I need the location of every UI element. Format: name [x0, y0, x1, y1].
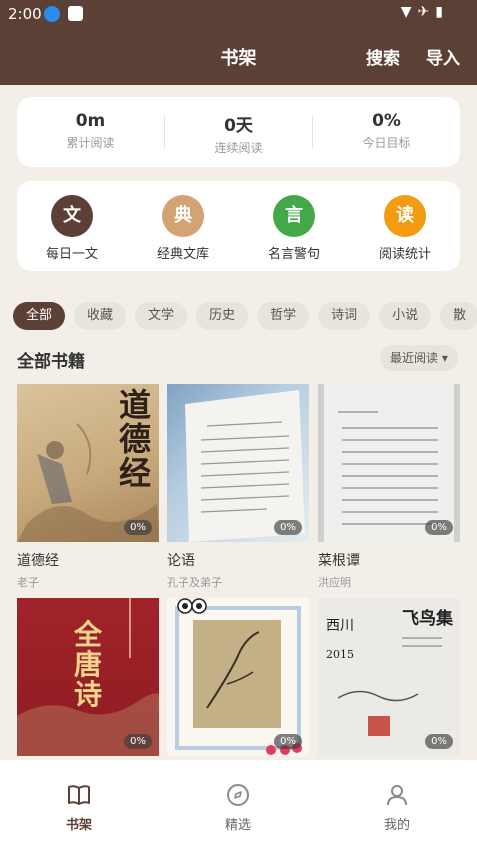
book-card[interactable]: 0% 论语 孔子及弟子	[167, 384, 309, 590]
book-author: 孔子及弟子	[167, 576, 222, 589]
wifi-icon: ▼	[400, 4, 418, 20]
feature-shortcuts-card: 文 每日一文 典 经典文库 言 名言警句 读 阅读统计	[17, 181, 460, 271]
progress-badge: 0%	[274, 734, 302, 749]
svg-text:西川: 西川	[326, 618, 354, 634]
category-chip-all[interactable]: 全部	[13, 302, 66, 330]
book-title: 道德经	[17, 553, 59, 569]
cover-title-text: 全唐诗	[73, 618, 102, 711]
person-icon	[387, 785, 407, 806]
search-button[interactable]: 搜索	[366, 44, 400, 69]
book-cover[interactable]: 0%	[318, 384, 460, 542]
status-bar: 2:00 ▼✈▮	[0, 0, 477, 28]
book-cover[interactable]: 0%	[167, 384, 309, 542]
section-title: 全部书籍	[17, 352, 85, 372]
progress-badge: 0%	[425, 734, 453, 749]
book-card[interactable]: 道德经 0% 道德经 老子	[17, 384, 159, 590]
quote-icon: 言	[273, 195, 315, 237]
cover-illustration	[175, 598, 302, 755]
status-time: 2:00	[8, 5, 42, 23]
feature-classics-library[interactable]: 典 经典文库	[128, 195, 238, 262]
tab-label: 书架	[65, 818, 92, 833]
stat-value: 0天	[224, 116, 253, 136]
stat-daily-goal: 0% 今日目标	[313, 111, 460, 151]
category-chip-history[interactable]: 历史	[196, 302, 249, 330]
status-icons: ▼✈▮	[401, 4, 449, 20]
category-chip-favorites[interactable]: 收藏	[74, 302, 127, 330]
book-author: 洪应明	[318, 576, 351, 589]
book-cover[interactable]: 道德经 0%	[17, 384, 159, 542]
book-card[interactable]: 0%	[167, 598, 309, 764]
page-title: 书架	[220, 48, 257, 69]
feature-reading-stats[interactable]: 读 阅读统计	[350, 195, 460, 262]
classics-icon: 典	[162, 195, 204, 237]
progress-badge: 0%	[124, 734, 152, 749]
book-cover[interactable]: 全唐诗 0%	[17, 598, 159, 756]
category-chip-poetry[interactable]: 诗词	[318, 302, 371, 330]
stat-value: 0%	[372, 111, 401, 131]
category-chip-novel[interactable]: 小说	[379, 302, 432, 330]
stat-streak: 0天 连续阅读	[165, 111, 312, 156]
stats-icon: 读	[384, 195, 426, 237]
feature-label: 每日一文	[45, 247, 98, 262]
battery-icon: ▮	[435, 4, 449, 20]
compass-icon	[227, 784, 249, 806]
tab-profile[interactable]: 我的	[357, 782, 437, 833]
book-author: 老子	[17, 576, 39, 589]
download-notification-icon	[44, 6, 60, 22]
import-button[interactable]: 导入	[426, 44, 460, 69]
cover-title-text: 道德经	[118, 386, 151, 492]
progress-badge: 0%	[425, 520, 453, 535]
book-title: 菜根谭	[318, 553, 360, 569]
category-chip-literature[interactable]: 文学	[135, 302, 188, 330]
tab-bookshelf[interactable]: 书架	[39, 782, 119, 833]
progress-badge: 0%	[124, 520, 152, 535]
book-cover[interactable]: 西川 2015 飞鸟集 0%	[318, 598, 460, 756]
sort-dropdown[interactable]: 最近阅读 ▾	[380, 345, 458, 371]
svg-text:2015: 2015	[326, 648, 354, 661]
category-chip-prose[interactable]: 散	[440, 302, 477, 330]
cover-title-text: 飞鸟集	[402, 609, 453, 629]
tab-label: 我的	[383, 818, 410, 833]
tab-label: 精选	[224, 818, 251, 833]
feature-label: 阅读统计	[378, 247, 431, 262]
feature-label: 名言警句	[267, 247, 320, 262]
category-chip-philosophy[interactable]: 哲学	[257, 302, 310, 330]
app-notification-icon	[68, 6, 83, 21]
article-icon: 文	[51, 195, 93, 237]
stat-label: 累计阅读	[66, 136, 115, 150]
cover-illustration	[185, 390, 305, 542]
app-header: 2:00 ▼✈▮ 书架 搜索 导入	[0, 0, 477, 85]
book-title: 论语	[167, 553, 195, 569]
book-card[interactable]: 全唐诗 0%	[17, 598, 159, 764]
book-card[interactable]: 西川 2015 飞鸟集 0%	[318, 598, 460, 764]
book-card[interactable]: 0% 菜根谭 洪应明	[318, 384, 460, 590]
cover-illustration	[318, 384, 460, 542]
airplane-icon: ✈	[417, 4, 436, 20]
book-cover[interactable]: 0%	[167, 598, 309, 756]
tab-featured[interactable]: 精选	[198, 782, 278, 833]
book-icon	[68, 785, 90, 805]
stat-total-reading: 0m 累计阅读	[17, 111, 164, 151]
reading-stats-card: 0m 累计阅读 0天 连续阅读 0% 今日目标	[17, 97, 460, 167]
category-filter-bar: 全部 收藏 文学 历史 哲学 诗词 小说散	[13, 302, 477, 332]
bottom-tab-bar: 书架 精选 我的	[0, 760, 477, 848]
feature-quotes[interactable]: 言 名言警句	[239, 195, 349, 262]
progress-badge: 0%	[274, 520, 302, 535]
feature-daily-article[interactable]: 文 每日一文	[17, 195, 127, 262]
stat-label: 连续阅读	[214, 141, 263, 155]
stat-label: 今日目标	[362, 136, 411, 150]
feature-label: 经典文库	[156, 247, 209, 262]
stat-value: 0m	[75, 111, 106, 131]
